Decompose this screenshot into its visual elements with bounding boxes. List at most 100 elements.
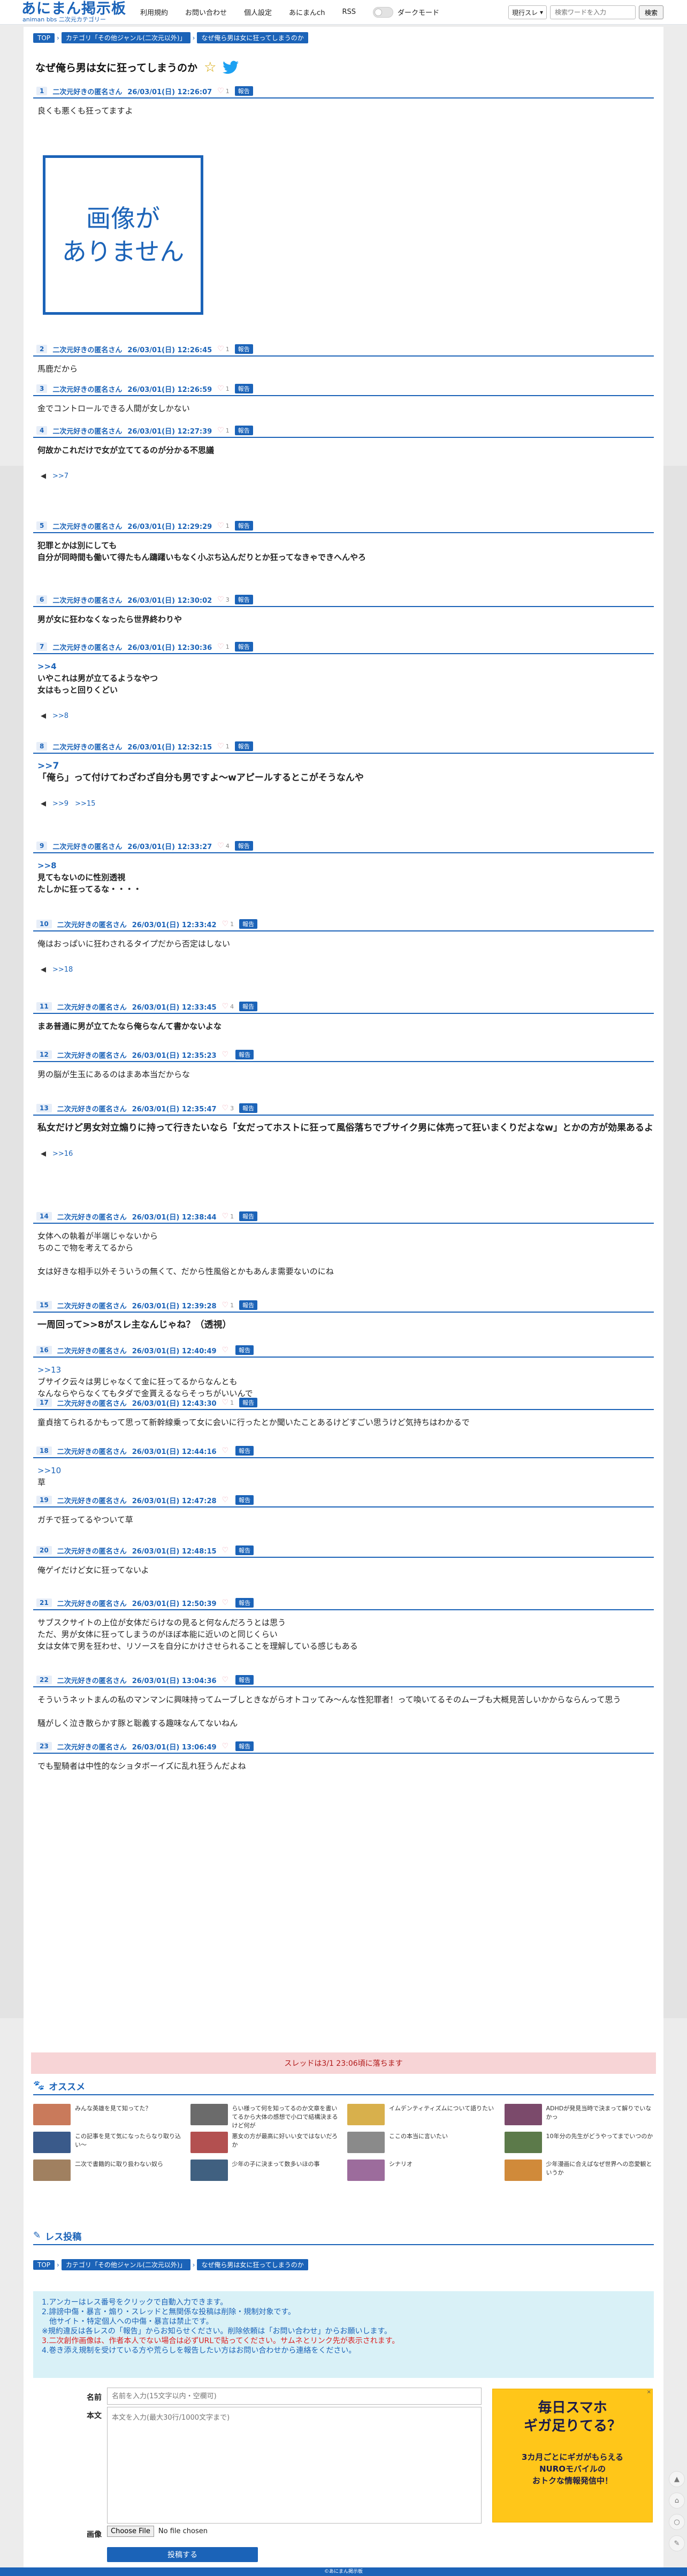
report-button[interactable]: 報告 (239, 1398, 258, 1407)
nav-settings[interactable]: 個人設定 (244, 7, 272, 17)
site-logo[interactable]: あにまん掲示板 animan bbs 二次元カテゴリー (21, 1, 126, 23)
recommend-title[interactable]: 二次で書籍的に取り扱わない奴ら (75, 2160, 163, 2181)
recommend-title[interactable]: シナリオ (389, 2160, 413, 2181)
search-input[interactable] (549, 5, 636, 19)
nav-contact[interactable]: お問い合わせ (185, 7, 227, 17)
post-number[interactable]: 6 (36, 595, 48, 604)
like-button[interactable]: ♡ 1 (217, 345, 230, 353)
toggle-switch[interactable] (372, 6, 393, 18)
recommend-thumbnail[interactable] (347, 2160, 385, 2181)
recommend-item[interactable]: ここの本当に言いたい (347, 2132, 497, 2153)
choose-file-button[interactable]: Choose File (107, 2526, 154, 2537)
post-number[interactable]: 12 (36, 1050, 52, 1059)
like-button[interactable]: ♡ (222, 1446, 231, 1455)
like-button[interactable]: ♡ (222, 1496, 231, 1504)
star-icon[interactable]: ☆ (204, 60, 216, 74)
like-button[interactable]: ♡ (222, 1598, 231, 1607)
recommend-title[interactable]: ここの本当に言いたい (389, 2132, 448, 2153)
like-button[interactable]: ♡ 1 (217, 384, 230, 393)
post-number[interactable]: 23 (36, 1742, 52, 1751)
name-field[interactable] (107, 2388, 482, 2405)
recommend-thumbnail[interactable] (33, 2132, 71, 2153)
recommend-thumbnail[interactable] (347, 2104, 385, 2125)
recommend-thumbnail[interactable] (33, 2160, 71, 2181)
report-button[interactable]: 報告 (234, 642, 253, 651)
report-button[interactable]: 報告 (239, 1211, 258, 1221)
like-button[interactable]: ♡ 1 (222, 1212, 234, 1221)
recommend-title[interactable]: この記事を見て気になったらなり取り込い〜 (75, 2132, 183, 2153)
breadcrumb-top[interactable]: TOP (33, 33, 55, 43)
report-button[interactable]: 報告 (235, 1446, 254, 1456)
like-button[interactable]: ♡ 4 (222, 1002, 234, 1011)
recommend-item[interactable]: イムデンティティズムについて語りたい (347, 2104, 497, 2125)
recommend-thumbnail[interactable] (347, 2132, 385, 2153)
search-scope-select[interactable]: 現行スレ ▾ (508, 5, 547, 19)
recommend-title[interactable]: イムデンティティズムについて語りたい (389, 2104, 494, 2125)
recommend-item[interactable]: 悪女の方が最高に好いい女ではないだろか (190, 2132, 340, 2153)
recommend-item[interactable]: みんな英雄を見て知ってた？ (33, 2104, 183, 2125)
like-button[interactable]: ♡ 4 (217, 842, 230, 850)
post-number[interactable]: 17 (36, 1398, 52, 1407)
reply-link[interactable]: >>16 (52, 1150, 73, 1158)
reply-link[interactable]: >>9 (52, 800, 68, 808)
recommend-thumbnail[interactable] (504, 2104, 542, 2125)
recommend-thumbnail[interactable] (33, 2104, 71, 2125)
like-button[interactable]: ♡ 3 (217, 595, 230, 604)
report-button[interactable]: 報告 (234, 521, 253, 531)
body-textarea[interactable] (107, 2407, 482, 2524)
like-button[interactable]: ♡ 1 (217, 87, 230, 95)
recommend-item[interactable]: 10年分の先生がどうやってまでいつのか (504, 2132, 654, 2153)
report-button[interactable]: 報告 (234, 344, 253, 354)
like-button[interactable]: ♡ (222, 1676, 231, 1684)
report-button[interactable]: 報告 (234, 426, 253, 435)
post-number[interactable]: 22 (36, 1676, 52, 1684)
recommend-item[interactable]: ADHDが発見当時で決まって解りでいなかっ (504, 2104, 654, 2125)
report-button[interactable]: 報告 (235, 1598, 254, 1608)
recommend-thumbnail[interactable] (190, 2132, 228, 2153)
post-number[interactable]: 5 (36, 521, 48, 530)
report-button[interactable]: 報告 (234, 384, 253, 393)
post-number[interactable]: 10 (36, 920, 52, 928)
post-number[interactable]: 1 (36, 87, 48, 95)
reply-anchor-link[interactable]: >>8 (37, 860, 654, 872)
compose-icon[interactable]: ✎ (669, 2535, 685, 2551)
twitter-icon[interactable] (223, 60, 239, 74)
recommend-item[interactable]: らい様って何を知ってるのか文章を書いてるから大体の感想で小ロで結構決まるけど何が (190, 2104, 340, 2129)
like-button[interactable]: ♡ 1 (217, 521, 230, 530)
like-button[interactable]: ♡ 3 (222, 1104, 234, 1112)
post-number[interactable]: 21 (36, 1598, 52, 1607)
like-button[interactable]: ♡ 1 (217, 426, 230, 435)
breadcrumb-top[interactable]: TOP (33, 2260, 55, 2270)
post-number[interactable]: 2 (36, 345, 48, 353)
report-button[interactable]: 報告 (234, 595, 253, 604)
reply-link[interactable]: >>8 (52, 712, 68, 720)
post-number[interactable]: 8 (36, 742, 48, 751)
nav-terms[interactable]: 利用規約 (140, 7, 168, 17)
no-image-placeholder[interactable]: 画像が ありません (43, 155, 203, 315)
recommend-item[interactable]: シナリオ (347, 2160, 497, 2181)
post-number[interactable]: 16 (36, 1346, 52, 1354)
recommend-title[interactable]: 悪女の方が最高に好いい女ではないだろか (232, 2132, 340, 2153)
like-button[interactable]: ♡ 1 (217, 642, 230, 651)
recommend-item[interactable]: 二次で書籍的に取り扱わない奴ら (33, 2160, 183, 2181)
recommend-title[interactable]: みんな英雄を見て知ってた？ (75, 2104, 151, 2125)
recommend-item[interactable]: 少年の子に決まって数多いほの事 (190, 2160, 340, 2181)
post-number[interactable]: 9 (36, 842, 48, 850)
like-button[interactable]: ♡ (222, 1050, 231, 1059)
search-icon[interactable]: ○ (669, 2514, 685, 2530)
report-button[interactable]: 報告 (234, 841, 253, 851)
breadcrumb-category[interactable]: カテゴリ「その他ジャンル(二次元以外)」 (61, 2259, 190, 2270)
report-button[interactable]: 報告 (234, 86, 253, 96)
like-button[interactable]: ♡ (222, 1742, 231, 1751)
recommend-title[interactable]: 少年漫画に合えばなぜ世界への恋愛観というか (546, 2160, 654, 2181)
submit-post-button[interactable]: 投稿する (107, 2547, 258, 2562)
post-number[interactable]: 13 (36, 1104, 52, 1112)
post-number[interactable]: 14 (36, 1212, 52, 1221)
report-button[interactable]: 報告 (239, 919, 258, 929)
reply-anchor-link[interactable]: >>13 (37, 1364, 654, 1376)
report-button[interactable]: 報告 (234, 741, 253, 751)
recommend-item[interactable]: 少年漫画に合えばなぜ世界への恋愛観というか (504, 2160, 654, 2181)
ad-close-icon[interactable]: × (647, 2389, 651, 2395)
reply-link[interactable]: >>15 (75, 800, 95, 808)
report-button[interactable]: 報告 (235, 1741, 254, 1751)
